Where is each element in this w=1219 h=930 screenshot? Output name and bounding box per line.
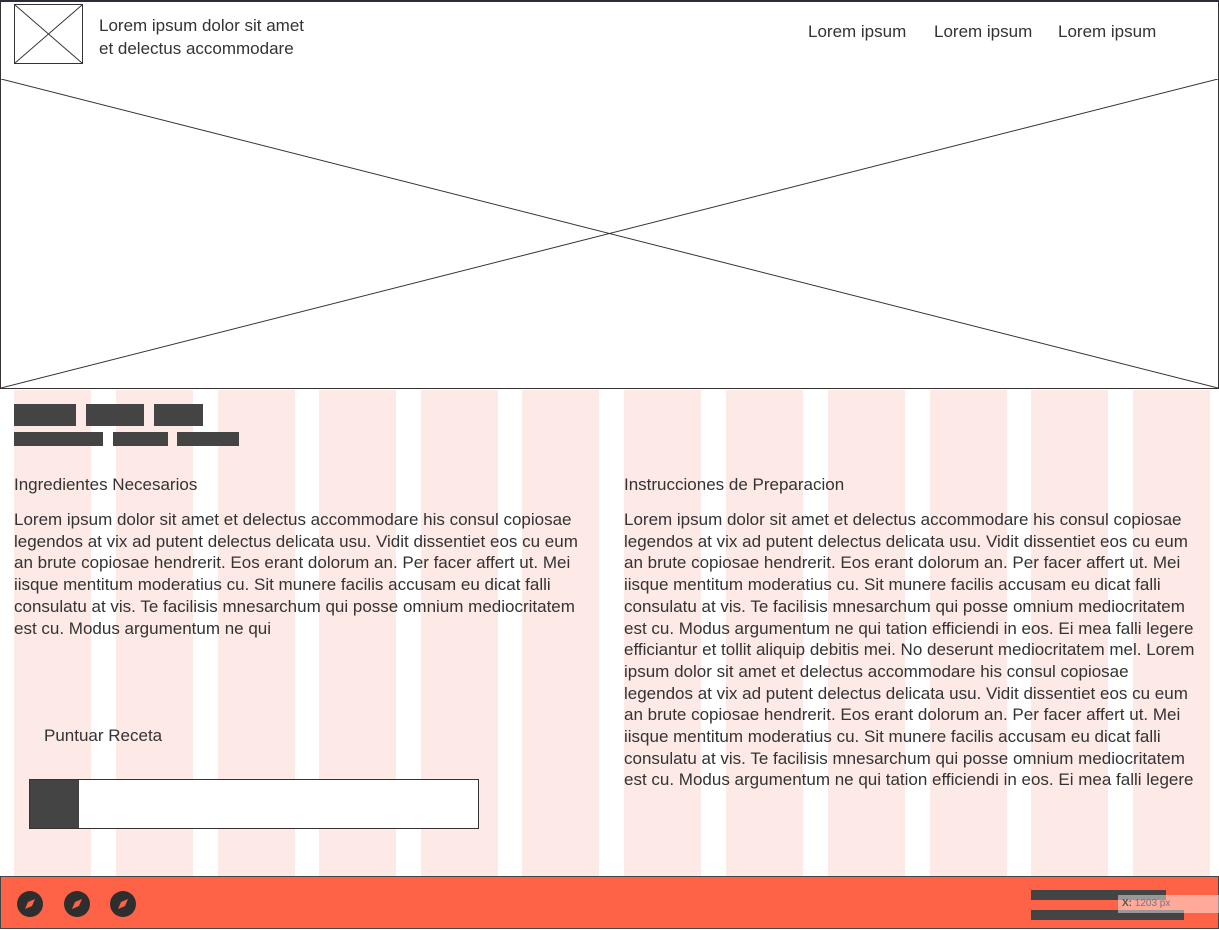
tag-placeholder[interactable] <box>86 404 144 426</box>
ingredients-text: Lorem ipsum dolor sit amet et delectus a… <box>14 510 578 638</box>
tag-placeholder[interactable] <box>154 404 203 426</box>
tag-placeholder[interactable] <box>14 432 103 446</box>
rating-label: Puntuar Receta <box>44 726 163 745</box>
nav-link-3[interactable]: Lorem ipsum <box>1058 22 1156 42</box>
site-footer <box>0 876 1219 929</box>
site-title-line-1: Lorem ipsum dolor sit amet <box>99 16 305 35</box>
site-header: Lorem ipsum dolor sit amet et delectus a… <box>0 2 1219 80</box>
nav-link-1[interactable]: Lorem ipsum <box>808 22 906 42</box>
coordinate-readout: X: 1203 px <box>1118 895 1219 913</box>
tag-placeholder[interactable] <box>177 432 239 446</box>
ingredients-title: Ingredientes Necesarios <box>14 475 198 494</box>
rating-bar[interactable] <box>29 779 479 829</box>
site-title: Lorem ipsum dolor sit amet et delectus a… <box>99 14 304 60</box>
compass-icon[interactable] <box>17 891 43 917</box>
coordinate-readout-label: X: <box>1122 898 1132 909</box>
compass-icon[interactable] <box>110 891 136 917</box>
nav-link-2[interactable]: Lorem ipsum <box>934 22 1032 42</box>
instructions-title: Instrucciones de Preparacion <box>624 475 845 494</box>
logo-placeholder-image[interactable] <box>14 4 83 64</box>
compass-icon[interactable] <box>64 891 90 917</box>
tag-placeholder[interactable] <box>14 404 76 426</box>
rating-bar-fill <box>30 780 80 828</box>
instructions-text: Lorem ipsum dolor sit amet et delectus a… <box>624 510 1195 790</box>
hero-placeholder-image <box>0 79 1219 389</box>
coordinate-readout-value: 1203 px <box>1134 898 1171 909</box>
site-title-line-2: et delectus accommodare <box>99 39 294 58</box>
tag-placeholder[interactable] <box>113 432 168 446</box>
